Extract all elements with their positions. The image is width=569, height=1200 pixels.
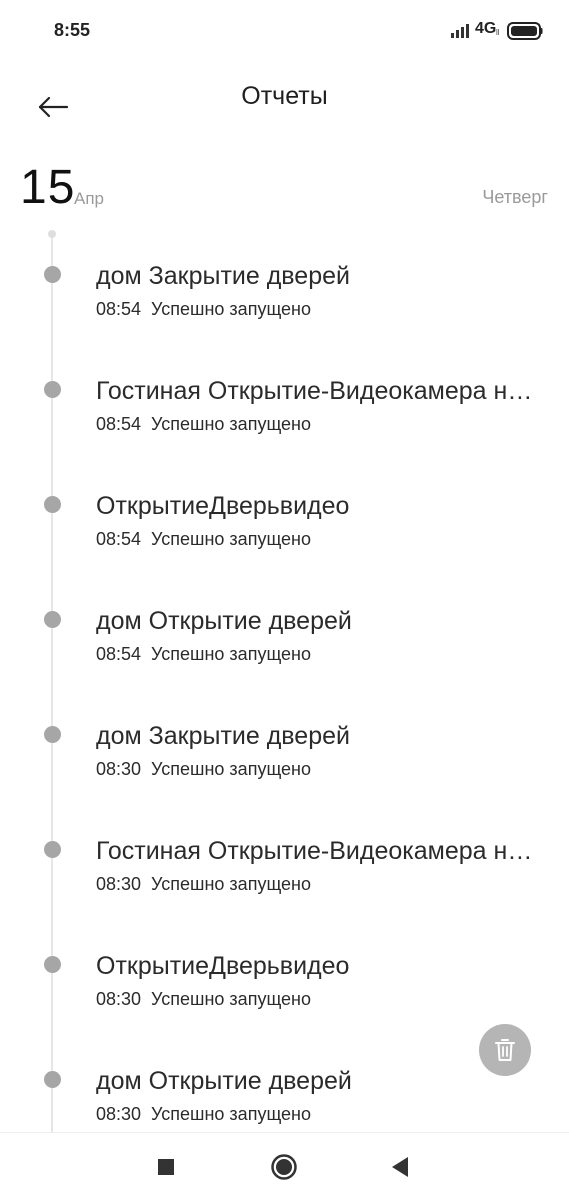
log-status: Успешно запущено bbox=[151, 989, 312, 1009]
log-time: 08:30 bbox=[96, 874, 142, 894]
triangle-back-icon bbox=[392, 1157, 408, 1177]
log-status: Успешно запущено bbox=[151, 1104, 312, 1124]
timeline-dot bbox=[44, 381, 61, 398]
log-time: 08:54 bbox=[96, 529, 142, 549]
circle-icon bbox=[271, 1154, 297, 1180]
network-label: 4G bbox=[475, 20, 497, 37]
log-time: 08:54 bbox=[96, 644, 142, 664]
log-status: Успешно запущено bbox=[151, 874, 312, 894]
log-title: дом Открытие дверей bbox=[96, 1067, 352, 1095]
timeline-dot bbox=[44, 956, 61, 973]
log-item[interactable]: дом Открытие дверей 08:54 Успешно запущен… bbox=[0, 603, 569, 718]
log-meta: 08:30 Успешно запущено bbox=[96, 1104, 311, 1125]
status-bar: 8:55 4G ll bbox=[0, 0, 569, 62]
square-icon bbox=[158, 1159, 174, 1175]
log-meta: 08:30 Успешно запущено bbox=[96, 874, 311, 895]
signal-icon bbox=[451, 24, 469, 38]
log-time: 08:30 bbox=[96, 1104, 142, 1124]
network-sub-label: ll bbox=[496, 28, 500, 37]
app-bar: Отчеты bbox=[0, 62, 569, 132]
timeline-dot bbox=[44, 726, 61, 743]
log-meta: 08:54 Успешно запущено bbox=[96, 644, 311, 665]
page-title: Отчеты bbox=[241, 82, 328, 110]
delete-button[interactable] bbox=[479, 1024, 531, 1076]
log-time: 08:30 bbox=[96, 989, 142, 1009]
timeline-start-dot bbox=[48, 230, 56, 238]
log-title: ОткрытиеДверьвидео bbox=[96, 952, 350, 980]
battery-icon bbox=[507, 22, 543, 40]
date-month: Апр bbox=[74, 189, 104, 208]
date-weekday: Четверг bbox=[482, 187, 548, 207]
log-meta: 08:30 Успешно запущено bbox=[96, 989, 311, 1010]
log-meta: 08:54 Успешно запущено bbox=[96, 299, 311, 320]
log-title: ОткрытиеДверьвидео bbox=[96, 492, 350, 520]
date-header: 15 Апр Четверг bbox=[0, 160, 569, 216]
timeline-dot bbox=[44, 841, 61, 858]
timeline-dot bbox=[44, 611, 61, 628]
log-item[interactable]: дом Закрытие дверей 08:30 Успешно запущен… bbox=[0, 718, 569, 833]
trash-icon bbox=[495, 1039, 515, 1061]
log-title: дом Открытие дверей bbox=[96, 607, 352, 635]
log-status: Успешно запущено bbox=[151, 759, 312, 779]
log-time: 08:54 bbox=[96, 299, 142, 319]
status-time: 8:55 bbox=[54, 20, 91, 40]
log-item[interactable]: Гостиная Открытие-Видеокамера на входе 0… bbox=[0, 833, 569, 948]
log-item[interactable]: дом Закрытие дверей 08:54 Успешно запущен… bbox=[0, 258, 569, 373]
log-item[interactable]: Гостиная Открытие-Видеокамера на входе 0… bbox=[0, 373, 569, 488]
date-day: 15 bbox=[20, 161, 76, 214]
log-title: Гостиная Открытие-Видеокамера на входе bbox=[96, 837, 546, 865]
log-meta: 08:54 Успешно запущено bbox=[96, 529, 311, 550]
log-status: Успешно запущено bbox=[151, 414, 312, 434]
log-title: Гостиная Открытие-Видеокамера на входе bbox=[96, 377, 546, 405]
timeline-dot bbox=[44, 496, 61, 513]
recents-button[interactable] bbox=[146, 1149, 186, 1185]
timeline-dot bbox=[44, 266, 61, 283]
log-title: дом Закрытие дверей bbox=[96, 262, 350, 290]
log-meta: 08:54 Успешно запущено bbox=[96, 414, 311, 435]
log-status: Успешно запущено bbox=[151, 299, 312, 319]
log-status: Успешно запущено bbox=[151, 644, 312, 664]
log-time: 08:54 bbox=[96, 414, 142, 434]
log-status: Успешно запущено bbox=[151, 529, 312, 549]
log-title: дом Закрытие дверей bbox=[96, 722, 350, 750]
home-button[interactable] bbox=[264, 1149, 304, 1185]
back-nav-button[interactable] bbox=[380, 1149, 420, 1185]
system-nav-bar bbox=[0, 1132, 569, 1200]
log-meta: 08:30 Успешно запущено bbox=[96, 759, 311, 780]
timeline-dot bbox=[44, 1071, 61, 1088]
log-item[interactable]: ОткрытиеДверьвидео 08:54 Успешно запущено bbox=[0, 488, 569, 603]
log-time: 08:30 bbox=[96, 759, 142, 779]
